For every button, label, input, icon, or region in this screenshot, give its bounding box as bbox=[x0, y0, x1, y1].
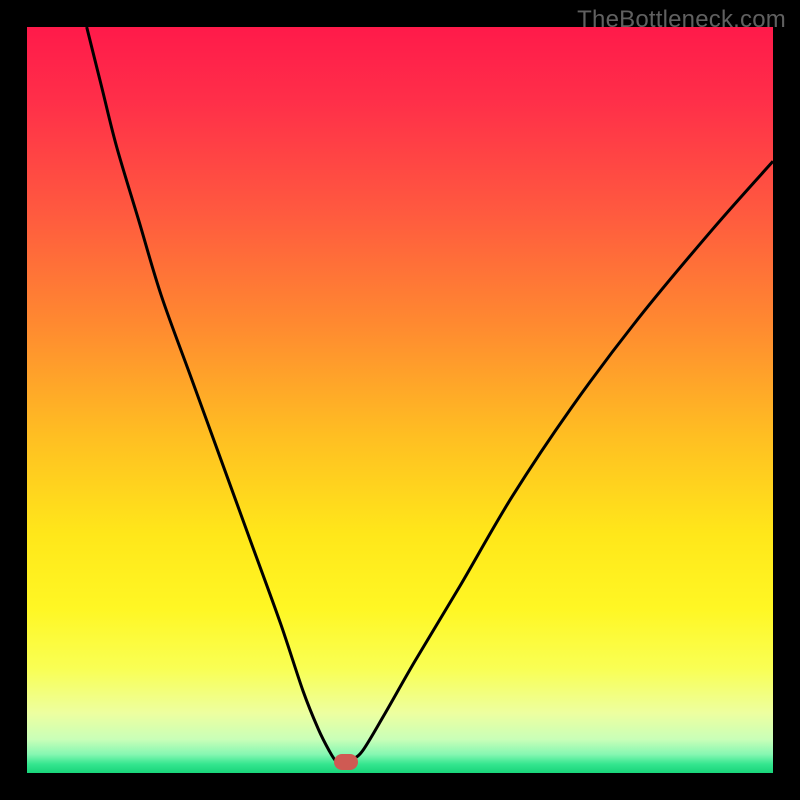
chart-frame: TheBottleneck.com bbox=[0, 0, 800, 800]
optimal-point-marker bbox=[334, 754, 358, 770]
watermark-text: TheBottleneck.com bbox=[577, 6, 786, 34]
plot-area bbox=[27, 27, 773, 773]
bottleneck-curve bbox=[27, 27, 773, 773]
